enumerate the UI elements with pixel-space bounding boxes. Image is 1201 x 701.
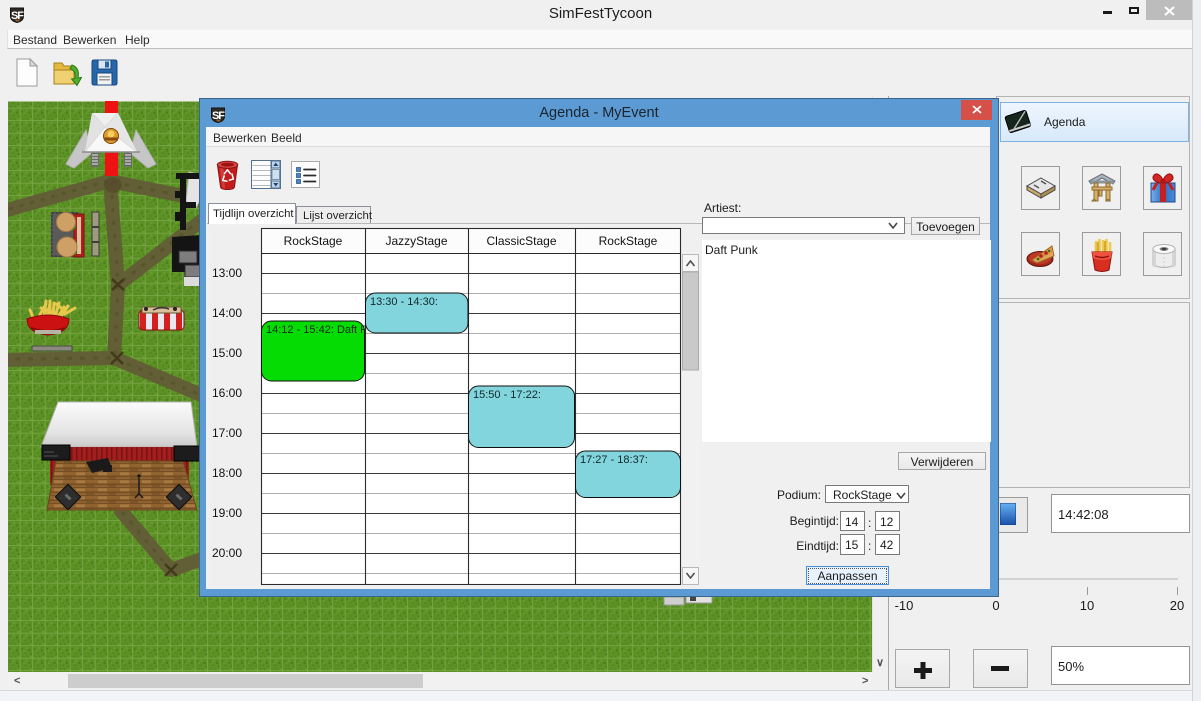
svg-text:19:00: 19:00: [212, 506, 242, 520]
svg-text:RockStage: RockStage: [284, 234, 343, 248]
svg-text:17:00: 17:00: [212, 426, 242, 440]
svg-text:ClassicStage: ClassicStage: [486, 234, 556, 248]
svg-text:13:00: 13:00: [212, 266, 242, 280]
svg-text:RockStage: RockStage: [599, 234, 658, 248]
svg-text:17:27 - 18:37:: 17:27 - 18:37:: [580, 454, 648, 466]
svg-text:16:00: 16:00: [212, 386, 242, 400]
svg-text:15:50 - 17:22:: 15:50 - 17:22:: [473, 389, 541, 401]
svg-text:SF: SF: [212, 110, 225, 122]
svg-text:15:00: 15:00: [212, 346, 242, 360]
svg-text:13:30 - 14:30:: 13:30 - 14:30:: [370, 296, 438, 308]
svg-text:SF: SF: [11, 10, 24, 22]
svg-text:14:00: 14:00: [212, 306, 242, 320]
svg-text:20:00: 20:00: [212, 546, 242, 560]
svg-text:JazzyStage: JazzyStage: [385, 234, 447, 248]
svg-text:18:00: 18:00: [212, 466, 242, 480]
